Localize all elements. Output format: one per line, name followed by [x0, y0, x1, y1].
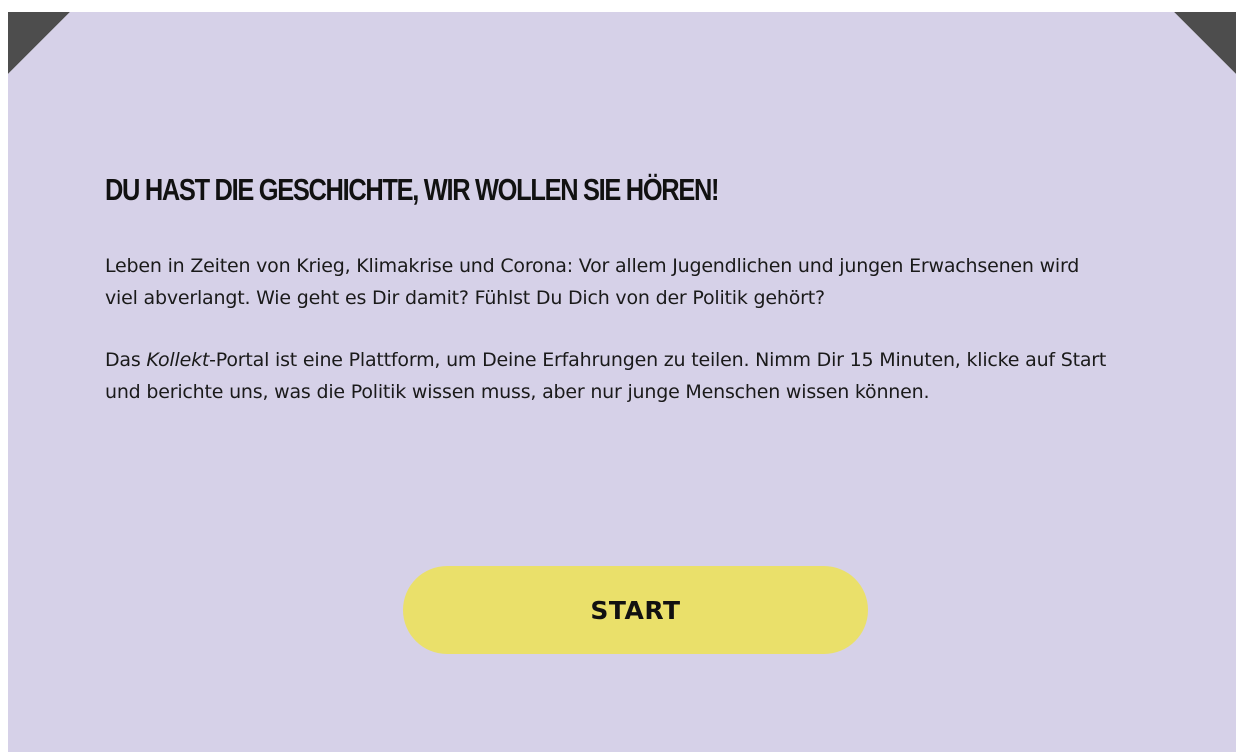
intro-paragraph-2: Das Kollekt-Portal ist eine Plattform, u… [105, 344, 1115, 408]
intro-card: DU HAST DIE GESCHICHTE, WIR WOLLEN SIE H… [8, 12, 1236, 752]
page: DU HAST DIE GESCHICHTE, WIR WOLLEN SIE H… [0, 0, 1243, 752]
start-button[interactable]: START [403, 566, 868, 654]
intro-heading: DU HAST DIE GESCHICHTE, WIR WOLLEN SIE H… [105, 172, 719, 207]
brand-name-kollekt: Kollekt [146, 349, 210, 371]
paragraph-2-suffix: -Portal ist eine Plattform, um Deine Erf… [105, 349, 1107, 403]
intro-content: DU HAST DIE GESCHICHTE, WIR WOLLEN SIE H… [105, 170, 1115, 408]
intro-paragraph-1: Leben in Zeiten von Krieg, Klimakrise un… [105, 255, 1080, 309]
paragraph-2-prefix: Das [105, 349, 147, 371]
